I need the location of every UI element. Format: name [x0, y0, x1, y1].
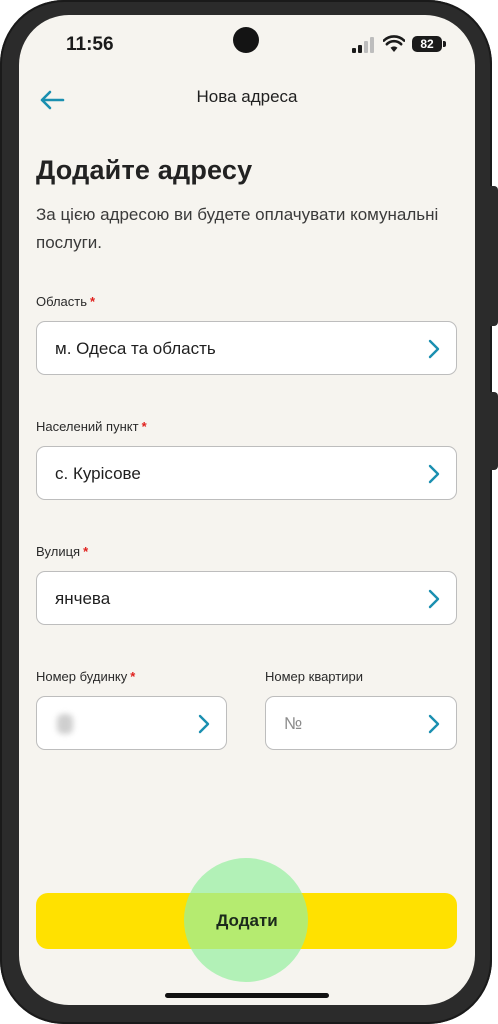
- chevron-right-icon: [428, 464, 440, 484]
- wifi-icon: [383, 35, 405, 52]
- apartment-placeholder: №: [284, 714, 303, 733]
- add-button-label: Додати: [216, 911, 278, 930]
- home-indicator[interactable]: [165, 993, 329, 998]
- house-label: Номер будинку *: [36, 669, 135, 684]
- page-heading: Додайте адресу: [36, 155, 253, 185]
- front-camera: [233, 27, 259, 53]
- header-title: Нова адреса: [196, 87, 298, 106]
- required-mark: *: [90, 294, 96, 309]
- street-label-text: Вулиця: [36, 544, 81, 559]
- house-number-select[interactable]: [36, 696, 227, 750]
- house-label-text: Номер будинку: [36, 669, 128, 684]
- chevron-right-icon: [428, 339, 440, 359]
- region-label: Область *: [36, 294, 95, 309]
- region-value: м. Одеса та область: [55, 339, 216, 358]
- street-select[interactable]: янчева: [36, 571, 457, 625]
- region-label-text: Область: [36, 294, 88, 309]
- status-time: 11:56: [66, 34, 114, 55]
- status-bar: 11:56 82: [19, 15, 475, 77]
- required-mark: *: [130, 669, 136, 684]
- required-mark: *: [141, 419, 147, 434]
- power-button: [490, 392, 498, 470]
- redacted-house-number: [57, 714, 73, 734]
- locality-label-text: Населений пункт: [36, 419, 139, 434]
- locality-select[interactable]: с. Курісове: [36, 446, 457, 500]
- apartment-number-select[interactable]: №: [265, 696, 457, 750]
- region-select[interactable]: м. Одеса та область: [36, 321, 457, 375]
- required-mark: *: [83, 544, 89, 559]
- apartment-label: Номер квартири: [265, 669, 363, 684]
- locality-label: Населений пункт *: [36, 419, 147, 434]
- page-description: За цією адресою ви будете оплачувати ком…: [36, 205, 439, 252]
- cellular-signal-icon: [352, 37, 374, 53]
- apartment-label-text: Номер квартири: [265, 669, 363, 684]
- battery-indicator: 82: [412, 36, 442, 52]
- street-value: янчева: [55, 589, 111, 608]
- locality-value: с. Курісове: [55, 464, 141, 483]
- app-screen: 11:56 82 Нова адреса Додайте адресу За ц…: [19, 15, 475, 1005]
- chevron-right-icon: [198, 714, 210, 734]
- volume-button: [490, 186, 498, 326]
- battery-tip: [443, 41, 446, 47]
- chevron-right-icon: [428, 714, 440, 734]
- street-label: Вулиця *: [36, 544, 88, 559]
- chevron-right-icon: [428, 589, 440, 609]
